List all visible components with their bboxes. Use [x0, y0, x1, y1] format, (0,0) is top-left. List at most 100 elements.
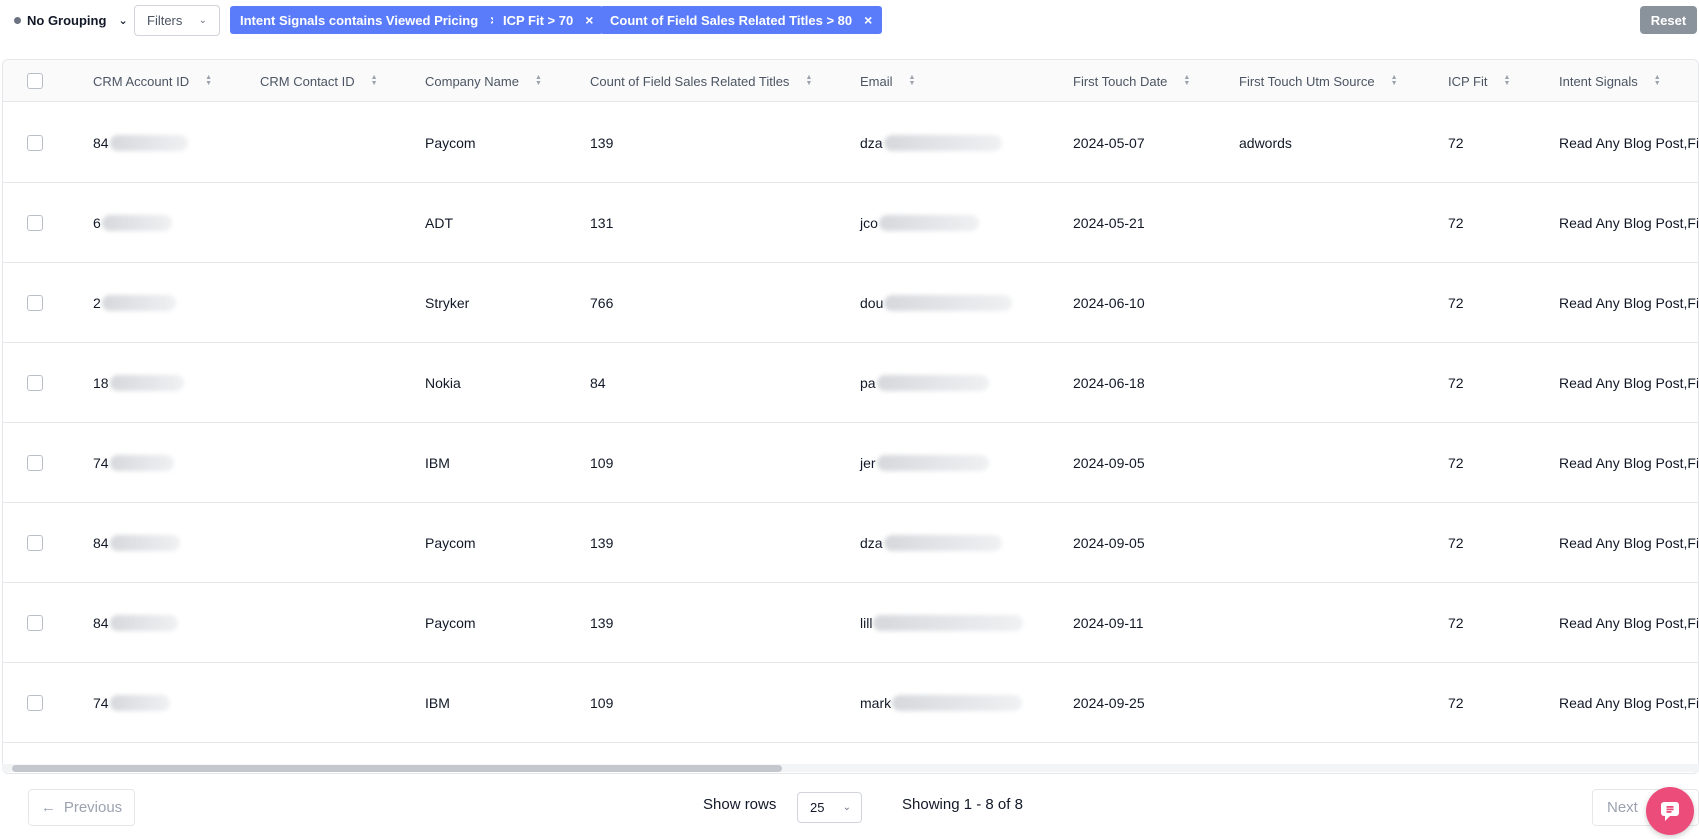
row-checkbox[interactable] [27, 455, 43, 471]
column-header-email[interactable]: Email ▲ ▼ [860, 60, 915, 102]
sort-icon[interactable]: ▲ ▼ [205, 74, 212, 87]
redacted-value [109, 695, 170, 711]
sort-icon[interactable]: ▲ ▼ [805, 74, 812, 87]
filter-chip-field-sales-titles[interactable]: Count of Field Sales Related Titles > 80… [600, 6, 883, 34]
intent-signals-cell: Read Any Blog Post,Fie [1559, 535, 1699, 551]
redacted-value [109, 375, 184, 391]
column-label: Intent Signals [1559, 73, 1638, 89]
intent-signals-cell: Read Any Blog Post,Fie [1559, 375, 1699, 391]
filter-chip-intent-signals[interactable]: Intent Signals contains Viewed Pricing × [230, 6, 509, 34]
redacted-value [109, 535, 180, 551]
row-checkbox[interactable] [27, 135, 43, 151]
email-cell: dza [860, 503, 1002, 583]
sort-icon[interactable]: ▲ ▼ [535, 74, 542, 87]
row-checkbox-cell [27, 343, 43, 423]
sort-icon[interactable]: ▲ ▼ [1504, 74, 1511, 87]
company-name-cell: Stryker [425, 295, 470, 311]
sort-icon[interactable]: ▲ ▼ [909, 74, 916, 87]
table-row[interactable]: 84 Paycom 139 dza 2024-09-05 72 Read Any… [3, 503, 1699, 583]
column-header-crm-contact-id[interactable]: CRM Contact ID ▲ ▼ [260, 60, 378, 102]
table-header: CRM Account ID ▲ ▼ CRM Contact ID ▲ ▼ Comp… [3, 60, 1698, 102]
column-label: First Touch Date [1073, 73, 1168, 89]
column-header-intent-signals[interactable]: Intent Signals ▲ ▼ [1559, 60, 1661, 102]
grouping-dropdown[interactable]: No Grouping ⌄ [2, 6, 138, 34]
horizontal-scrollbar-thumb[interactable] [12, 765, 782, 772]
show-rows-label: Show rows [703, 796, 777, 813]
row-checkbox[interactable] [27, 215, 43, 231]
select-all-checkbox[interactable] [27, 73, 43, 89]
count-cell: 109 [590, 455, 614, 471]
column-header-count-field-sales-titles[interactable]: Count of Field Sales Related Titles ▲ ▼ [590, 60, 812, 102]
filter-chip-icp-fit[interactable]: ICP Fit > 70 × [493, 6, 604, 34]
sort-icon[interactable]: ▲ ▼ [371, 74, 378, 87]
column-header-first-touch-date[interactable]: First Touch Date ▲ ▼ [1073, 60, 1190, 102]
chevron-down-icon: ⌄ [198, 15, 207, 26]
row-checkbox[interactable] [27, 695, 43, 711]
date-cell: 2024-05-21 [1073, 215, 1145, 231]
redacted-value [876, 375, 989, 391]
table-row[interactable]: 84 Paycom 139 dza 2024-05-07 adwords 72 … [3, 103, 1699, 183]
redacted-value [883, 135, 1002, 151]
account-id-cell: 18 [93, 343, 184, 423]
column-label: Company Name [425, 73, 519, 89]
column-label: Email [860, 73, 893, 89]
account-id-cell: 6 [93, 183, 172, 263]
table-row[interactable]: 6 ADT 131 jco 2024-05-21 72 Read Any Blo… [3, 183, 1698, 263]
row-checkbox-cell [27, 663, 43, 743]
filters-button[interactable]: Filters ⌄ [134, 5, 220, 36]
account-id-cell: 74 [93, 663, 170, 743]
column-header-first-touch-utm-source[interactable]: First Touch Utm Source ▲ ▼ [1239, 60, 1398, 102]
chevron-down-icon: ⌄ [118, 14, 128, 27]
sort-icon[interactable]: ▲ ▼ [1391, 74, 1398, 87]
rows-per-page-value: 25 [810, 800, 825, 815]
sort-icon[interactable]: ▲ ▼ [1654, 74, 1661, 87]
icp-fit-cell: 72 [1448, 535, 1464, 551]
row-checkbox[interactable] [27, 535, 43, 551]
pagination-summary: Showing 1 - 8 of 8 [902, 796, 1023, 813]
redacted-value [109, 615, 178, 631]
date-cell: 2024-06-10 [1073, 295, 1145, 311]
intent-signals-cell: Read Any Blog Post,Fie [1559, 455, 1699, 471]
row-checkbox[interactable] [27, 295, 43, 311]
account-id: 6 [93, 215, 101, 231]
previous-page-button[interactable]: ← Previous [28, 789, 135, 826]
chat-icon [1661, 802, 1679, 821]
account-id-cell: 84 [93, 583, 178, 663]
table-row[interactable]: 74 IBM 109 jer 2024-09-05 72 Read Any Bl… [3, 423, 1699, 503]
filters-label: Filters [147, 13, 183, 28]
redacted-value [883, 535, 1002, 551]
column-header-crm-account-id[interactable]: CRM Account ID ▲ ▼ [93, 60, 212, 102]
rows-per-page-select[interactable]: 25 ⌄ [797, 792, 862, 823]
table-row[interactable]: 84 Paycom 139 lill 2024-09-11 72 Read An… [3, 583, 1698, 663]
intent-signals-cell: Read Any Blog Post,Fie [1559, 135, 1699, 151]
redacted-value [109, 135, 188, 151]
column-label: ICP Fit [1448, 73, 1488, 89]
close-icon[interactable]: × [585, 12, 593, 28]
account-id-cell: 2 [93, 263, 176, 343]
filter-chip-label: Count of Field Sales Related Titles > 80 [610, 12, 853, 28]
email: jco [860, 215, 878, 231]
email: pa [860, 375, 876, 391]
email-cell: lill [860, 583, 1024, 663]
table-row[interactable]: 2 Stryker 766 dou 2024-06-10 72 Read Any… [3, 263, 1698, 343]
table-row[interactable]: 18 Nokia 84 pa 2024-06-18 72 Read Any Bl… [3, 343, 1699, 423]
email: mark [860, 695, 892, 711]
redacted-value [876, 455, 989, 471]
redacted-value [873, 615, 1024, 631]
chat-widget-button[interactable] [1646, 787, 1694, 835]
row-checkbox[interactable] [27, 375, 43, 391]
table-row[interactable]: 74 IBM 109 mark 2024-09-25 72 Read Any B… [3, 663, 1698, 743]
close-icon[interactable]: × [864, 12, 872, 28]
account-id: 84 [93, 615, 109, 631]
reset-button[interactable]: Reset [1640, 6, 1697, 34]
column-header-icp-fit[interactable]: ICP Fit ▲ ▼ [1448, 60, 1510, 102]
column-header-company-name[interactable]: Company Name ▲ ▼ [425, 60, 542, 102]
chevron-down-icon: ⌄ [842, 802, 851, 813]
email-cell: jco [860, 183, 979, 263]
company-name-cell: IBM [425, 695, 450, 711]
company-name-cell: Paycom [425, 535, 476, 551]
row-checkbox[interactable] [27, 615, 43, 631]
count-cell: 139 [590, 615, 614, 631]
row-checkbox-cell [27, 583, 43, 663]
sort-icon[interactable]: ▲ ▼ [1183, 74, 1190, 87]
